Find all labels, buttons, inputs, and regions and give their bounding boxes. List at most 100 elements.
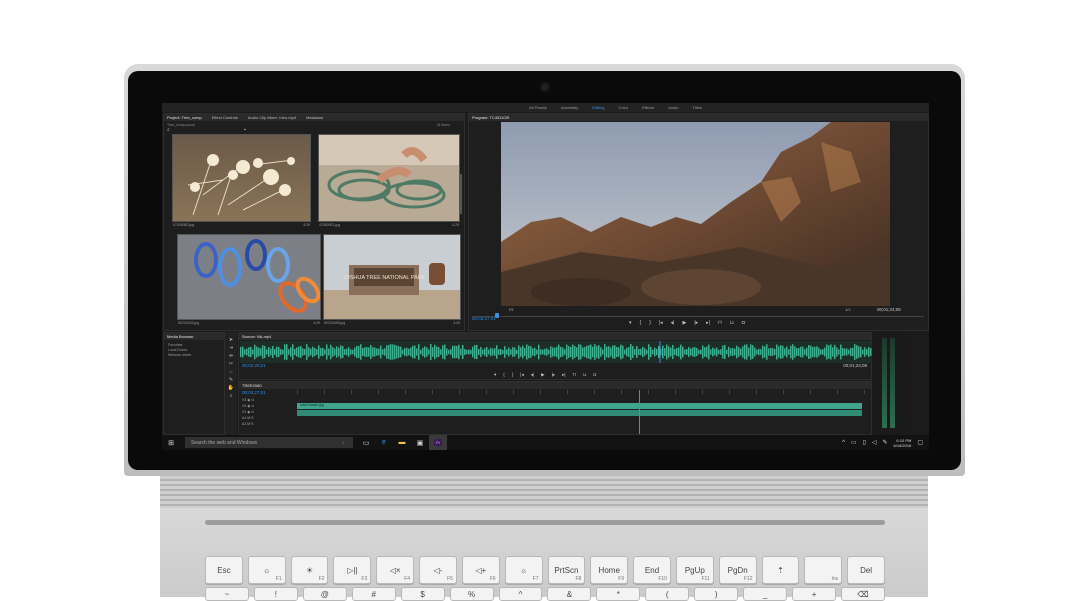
- clock[interactable]: 6:10 PM 6/16/2016: [894, 438, 912, 448]
- play-icon[interactable]: ▶: [682, 320, 686, 326]
- keyboard-key[interactable]: +: [792, 587, 836, 601]
- razor-tool-icon[interactable]: ✂: [225, 360, 237, 368]
- edge-icon[interactable]: e: [375, 435, 393, 450]
- task-view-icon[interactable]: ▭: [357, 435, 375, 450]
- workspace-tab[interactable]: Editing: [592, 105, 604, 110]
- tree-item-network-drives[interactable]: Network drives: [168, 353, 220, 358]
- program-scrubber[interactable]: [472, 316, 924, 317]
- battery-icon[interactable]: ▭: [851, 439, 857, 446]
- volume-icon[interactable]: ◁: [872, 439, 877, 446]
- keyboard-key[interactable]: PgUp F11: [675, 556, 714, 584]
- keyboard-key[interactable]: ☀ F2: [290, 556, 329, 584]
- notification-icon[interactable]: ▢: [917, 439, 923, 446]
- tab-metadata[interactable]: Metadata: [306, 115, 323, 120]
- keyboard-key[interactable]: ◁+ F6: [461, 556, 500, 584]
- in-point-icon[interactable]: {: [640, 320, 642, 326]
- keyboard-key[interactable]: Ins: [804, 556, 843, 584]
- zoom-tool-icon[interactable]: ⌕: [225, 392, 237, 400]
- go-to-out-icon[interactable]: ▸|: [706, 320, 710, 326]
- premiere-pro-icon[interactable]: Pr: [429, 435, 447, 450]
- audio-clip[interactable]: [297, 410, 862, 416]
- tab-effect-controls[interactable]: Effect Controls: [212, 115, 238, 120]
- network-icon[interactable]: ▯: [863, 439, 866, 446]
- hand-tool-icon[interactable]: ✋: [225, 384, 237, 392]
- keyboard-key[interactable]: ): [694, 587, 739, 601]
- out-point-icon[interactable]: }: [649, 320, 651, 326]
- source-title[interactable]: Source: NA.mp4: [242, 334, 271, 339]
- go-to-in-icon[interactable]: |◂: [659, 320, 663, 326]
- microphone-icon[interactable]: ♩: [342, 440, 347, 446]
- chevron-up-icon[interactable]: ^: [842, 440, 845, 446]
- keyboard-key[interactable]: ◁× F4: [376, 556, 415, 584]
- keyboard-key[interactable]: _: [743, 587, 788, 601]
- thumbnail-park-sign[interactable]: JOSHUA TREE NATIONAL PARK 80203498.jpg 4…: [323, 234, 461, 325]
- store-icon[interactable]: ▣: [411, 435, 429, 450]
- pen-icon[interactable]: ✎: [883, 439, 888, 446]
- insert-icon[interactable]: ⊓: [718, 320, 722, 326]
- go-to-out-icon[interactable]: ▸|: [562, 372, 565, 378]
- workspace-tab[interactable]: Effects: [642, 105, 654, 110]
- keyboard-key[interactable]: ⌫: [840, 587, 885, 601]
- workspace-tab[interactable]: Titles: [692, 105, 701, 110]
- keyboard-key[interactable]: ~: [205, 587, 249, 601]
- keyboard-key[interactable]: &: [547, 587, 592, 601]
- timeline-title[interactable]: TREE2080: [242, 383, 262, 388]
- overwrite-icon[interactable]: ⊔: [730, 320, 734, 326]
- thumbnail-rope[interactable]: 47583921.jpg 4:29: [318, 134, 460, 227]
- keyboard-key[interactable]: #: [351, 587, 396, 601]
- media-browser-title[interactable]: Media Browser: [167, 334, 194, 339]
- export-frame-icon[interactable]: ◘: [742, 320, 745, 326]
- pen-tool-icon[interactable]: ✎: [225, 376, 237, 384]
- in-point-icon[interactable]: {: [503, 372, 505, 378]
- keyboard-key[interactable]: @: [302, 587, 347, 601]
- play-icon[interactable]: ▶: [541, 372, 544, 378]
- fit-dropdown[interactable]: Fit: [509, 307, 513, 312]
- export-frame-icon[interactable]: ◘: [594, 372, 597, 378]
- timeline-playhead[interactable]: [639, 390, 640, 434]
- marker-icon[interactable]: ▾: [629, 320, 632, 326]
- keyboard-key[interactable]: ◁- F5: [419, 556, 457, 584]
- keyboard-key[interactable]: (: [645, 587, 690, 601]
- keyboard-key[interactable]: PrtScn F8: [547, 556, 586, 584]
- windows-start-icon[interactable]: ⊞: [162, 435, 180, 450]
- keyboard-key[interactable]: ^: [498, 587, 543, 601]
- project-scrollbar[interactable]: [459, 174, 462, 214]
- keyboard-key[interactable]: *: [596, 587, 641, 601]
- search-icon[interactable]: ⌕: [167, 127, 170, 133]
- overwrite-icon[interactable]: ⊔: [583, 372, 587, 378]
- keyboard-key[interactable]: ⇡: [761, 556, 800, 584]
- slip-tool-icon[interactable]: ⇔: [225, 368, 237, 376]
- thumbnail-carabiners[interactable]: 80204233.jpg 4:29: [177, 234, 321, 325]
- keyboard-key[interactable]: !: [253, 587, 298, 601]
- zoom-dropdown[interactable]: 1/2: [845, 307, 851, 312]
- keyboard-key[interactable]: ▷|| F3: [333, 556, 372, 584]
- timeline-ruler[interactable]: [297, 390, 867, 394]
- insert-icon[interactable]: ⊓: [573, 372, 577, 378]
- marker-icon[interactable]: ▾: [494, 372, 496, 378]
- keyboard-key[interactable]: Del: [847, 556, 885, 584]
- thumbnail-cactus[interactable]: 07438382.jpg 4:29: [172, 134, 311, 227]
- out-point-icon[interactable]: }: [512, 372, 514, 378]
- step-forward-icon[interactable]: |▸: [694, 320, 698, 326]
- go-to-in-icon[interactable]: |◂: [520, 372, 523, 378]
- tab-audio-clip-mixer[interactable]: Audio Clip Mixer: Intro.mp4: [248, 115, 296, 120]
- keyboard-key[interactable]: ☼ F7: [504, 556, 543, 584]
- keyboard-key[interactable]: %: [449, 587, 494, 601]
- step-back-icon[interactable]: ◂|: [531, 372, 534, 378]
- track-select-tool-icon[interactable]: ⇥: [225, 344, 237, 352]
- search-box[interactable]: Search the web and Windows ♩: [185, 437, 353, 448]
- workspace-tab[interactable]: Audio: [668, 105, 678, 110]
- track-header-a2[interactable]: A2 M S: [242, 421, 292, 427]
- bin-icon[interactable]: ▪: [244, 127, 246, 133]
- keyboard-key[interactable]: Home F9: [590, 556, 629, 584]
- tab-project[interactable]: Project: Tree_comp: [167, 115, 202, 120]
- file-explorer-icon[interactable]: ▬: [393, 435, 411, 450]
- keyboard-key[interactable]: End F10: [633, 556, 671, 584]
- keyboard-key[interactable]: Esc: [205, 556, 243, 584]
- video-clip[interactable]: Intro/Teaser.jpg: [297, 403, 862, 409]
- workspace-tab[interactable]: Assembly: [561, 105, 578, 110]
- program-title[interactable]: Program: TC4311OR: [472, 115, 509, 120]
- keyboard-key[interactable]: ☼ F1: [247, 556, 286, 584]
- playhead-marker[interactable]: [495, 313, 499, 318]
- selection-tool-icon[interactable]: ➤: [225, 336, 237, 344]
